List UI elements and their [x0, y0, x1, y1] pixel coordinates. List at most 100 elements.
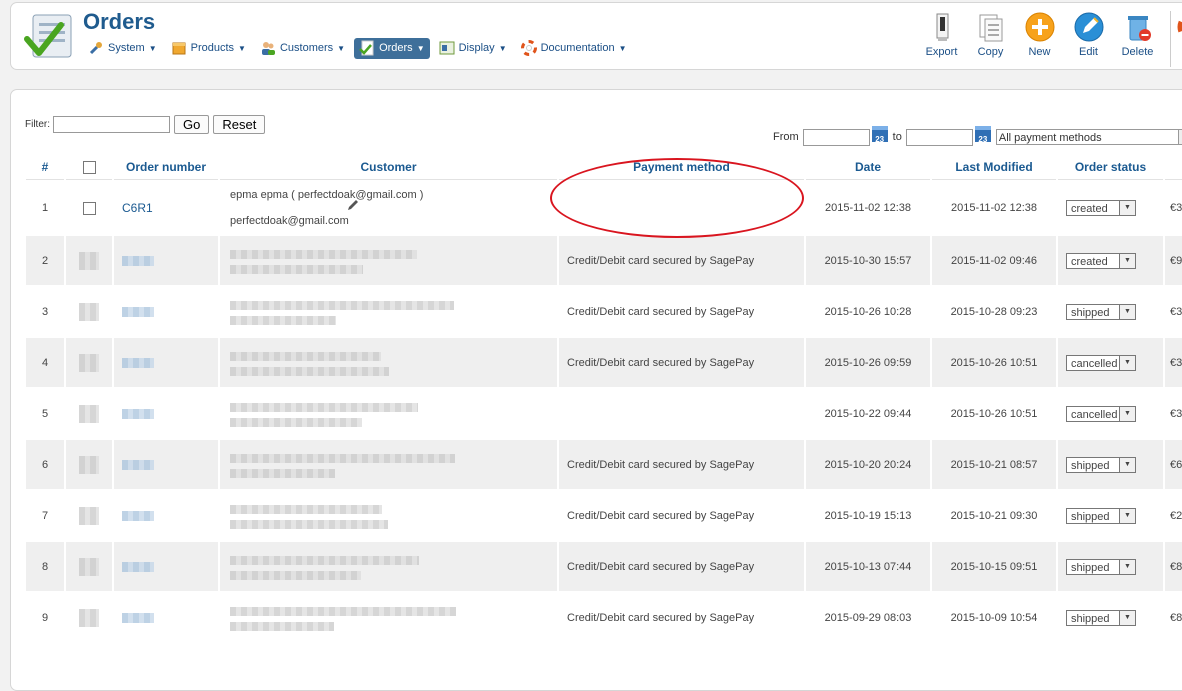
payment-method-select[interactable]: All payment methods ▼ — [995, 129, 1182, 145]
help-button[interactable]: H — [1177, 11, 1182, 67]
order-status-cell: shipped ▼ — [1058, 593, 1163, 642]
last-modified-cell: 2015-11-02 12:38 — [932, 182, 1056, 234]
to-date-input[interactable] — [905, 128, 973, 146]
redacted-order-number[interactable] — [122, 408, 154, 419]
customer-cell — [220, 593, 557, 642]
menu-orders[interactable]: Orders ▼ — [354, 37, 430, 59]
redacted-checkbox[interactable] — [79, 455, 99, 474]
col-select — [66, 154, 112, 180]
redacted-customer-email — [230, 621, 334, 631]
row-select-cell — [66, 491, 112, 540]
order-status-select[interactable]: shipped ▼ — [1066, 507, 1136, 524]
order-date-cell: 2015-10-19 15:13 — [806, 491, 930, 540]
new-icon — [1025, 12, 1054, 42]
row-checkbox[interactable] — [82, 201, 96, 215]
redacted-order-number[interactable] — [122, 357, 154, 368]
order-status-select[interactable]: shipped ▼ — [1066, 456, 1136, 473]
order-total-cell: €8 — [1165, 542, 1182, 591]
to-label: to — [892, 131, 902, 143]
help-icon — [1177, 16, 1182, 38]
redacted-checkbox[interactable] — [79, 404, 99, 423]
copy-button[interactable]: Copy — [966, 11, 1015, 67]
col-last-modified[interactable]: Last Modified — [932, 154, 1056, 180]
order-status-select[interactable]: shipped ▼ — [1066, 558, 1136, 575]
table-row[interactable]: 5 2015-10-22 09:44 2015-10-26 10:51 cancell… — [26, 389, 1182, 438]
col-customer[interactable]: Customer — [220, 154, 557, 180]
calendar-icon[interactable]: 23 — [871, 126, 888, 144]
col-date[interactable]: Date — [806, 154, 930, 180]
order-total-cell: €9 — [1165, 236, 1182, 285]
edit-icon — [1074, 12, 1103, 42]
order-status-select[interactable]: created ▼ — [1066, 252, 1136, 269]
table-row[interactable]: 6 Credit/Debit card secured by SagePay 201… — [26, 440, 1182, 489]
redacted-checkbox[interactable] — [79, 557, 99, 576]
pencil-icon[interactable] — [346, 198, 360, 212]
redacted-customer-name — [230, 402, 418, 412]
filter-input[interactable] — [53, 116, 170, 133]
order-status-select[interactable]: shipped ▼ — [1066, 609, 1136, 626]
customer-cell — [220, 542, 557, 591]
row-number: 4 — [26, 338, 64, 387]
reset-button[interactable]: Reset — [213, 115, 266, 134]
order-status-select[interactable]: shipped ▼ — [1066, 303, 1136, 320]
order-status-select[interactable]: cancelled ▼ — [1066, 405, 1136, 422]
col-order-status[interactable]: Order status — [1058, 154, 1163, 180]
redacted-checkbox[interactable] — [79, 608, 99, 627]
order-status-cell: created ▼ — [1058, 182, 1163, 234]
order-status-cell: created ▼ — [1058, 236, 1163, 285]
go-button[interactable]: Go — [174, 115, 210, 134]
table-row[interactable]: 2 Credit/Debit card secured by SagePay 201… — [26, 236, 1182, 285]
redacted-checkbox[interactable] — [79, 302, 99, 321]
table-row[interactable]: 4 Credit/Debit card secured by SagePay 201… — [26, 338, 1182, 387]
filter-label: Filter: — [25, 119, 50, 130]
menu-display[interactable]: Display ▼ — [434, 38, 512, 59]
main-menu: System ▼ Products ▼ Customers ▼ Orders ▼ Dis… — [83, 37, 636, 59]
order-total-cell: €3 — [1165, 287, 1182, 336]
chevron-down-icon: ▼ — [1119, 304, 1135, 319]
customer-cell — [220, 236, 557, 285]
edit-label: Edit — [1079, 46, 1098, 58]
col-order-number[interactable]: Order number — [114, 154, 218, 180]
table-row[interactable]: 3 Credit/Debit card secured by SagePay 201… — [26, 287, 1182, 336]
customer-cell: epma epma ( perfectdoak@gmail.com ) perfe… — [220, 182, 557, 234]
table-row[interactable]: 1 C6R1 epma epma ( perfectdoak@gmail.com )… — [26, 182, 1182, 234]
table-row[interactable]: 7 Credit/Debit card secured by SagePay 201… — [26, 491, 1182, 540]
table-row[interactable]: 8 Credit/Debit card secured by SagePay 201… — [26, 542, 1182, 591]
edit-button[interactable]: Edit — [1064, 11, 1113, 67]
calendar-icon[interactable]: 23 — [974, 126, 991, 144]
order-status-value: cancelled — [1071, 408, 1118, 421]
delete-button[interactable]: Delete — [1113, 11, 1162, 67]
order-status-select[interactable]: created ▼ — [1066, 200, 1136, 216]
menu-system[interactable]: System ▼ — [83, 38, 162, 59]
from-date-input[interactable] — [802, 128, 870, 146]
redacted-order-number[interactable] — [122, 510, 154, 521]
display-icon — [439, 41, 455, 55]
order-number-link[interactable]: C6R1 — [122, 201, 153, 215]
redacted-checkbox[interactable] — [79, 251, 99, 270]
menu-customers[interactable]: Customers ▼ — [255, 38, 350, 59]
redacted-order-number[interactable] — [122, 459, 154, 470]
order-total-cell: €6 — [1165, 440, 1182, 489]
export-button[interactable]: Export — [917, 11, 966, 67]
row-number: 1 — [26, 182, 64, 234]
select-all-checkbox[interactable] — [82, 160, 96, 174]
delete-icon — [1127, 16, 1151, 41]
last-modified-cell: 2015-10-26 10:51 — [932, 338, 1056, 387]
redacted-checkbox[interactable] — [79, 353, 99, 372]
redacted-checkbox[interactable] — [79, 506, 99, 525]
redacted-order-number[interactable] — [122, 306, 154, 317]
redacted-customer-email — [230, 570, 361, 580]
menu-documentation[interactable]: Documentation ▼ — [516, 38, 632, 59]
row-number: 6 — [26, 440, 64, 489]
redacted-order-number[interactable] — [122, 561, 154, 572]
customer-cell — [220, 440, 557, 489]
redacted-order-number[interactable] — [122, 612, 154, 623]
redacted-order-number[interactable] — [122, 255, 154, 266]
row-select-cell — [66, 389, 112, 438]
new-button[interactable]: New — [1015, 11, 1064, 67]
order-status-select[interactable]: cancelled ▼ — [1066, 354, 1136, 371]
table-row[interactable]: 9 Credit/Debit card secured by SagePay 201… — [26, 593, 1182, 642]
page-title: Orders — [83, 9, 156, 34]
menu-products[interactable]: Products ▼ — [166, 38, 251, 59]
col-payment-method[interactable]: Payment method — [559, 154, 804, 180]
